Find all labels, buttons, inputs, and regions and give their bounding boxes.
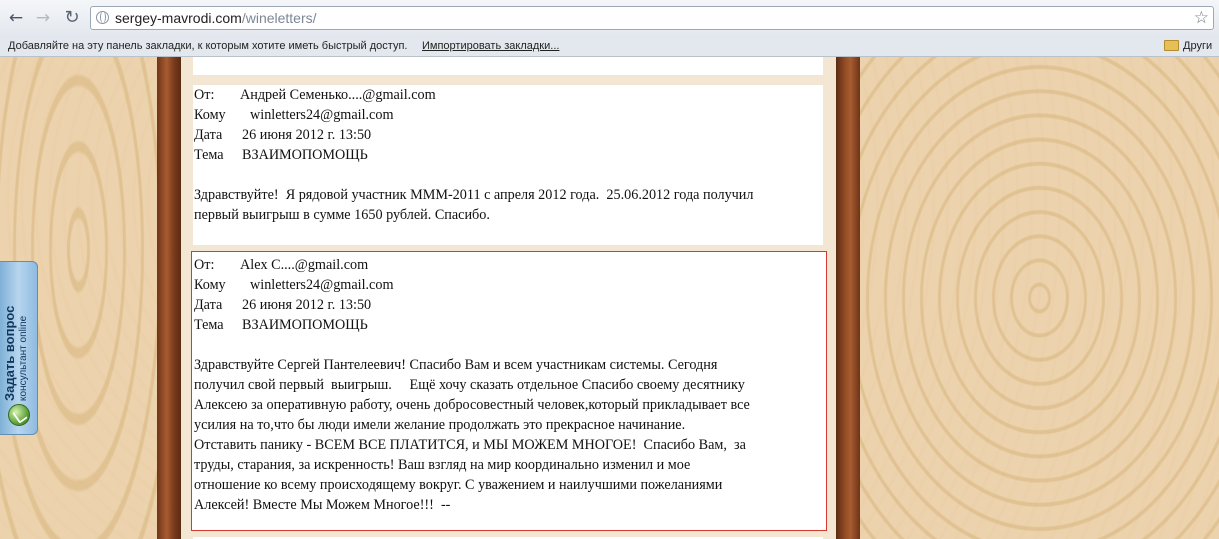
to-value: winletters24@gmail.com — [250, 277, 394, 293]
letter-from-row: От: Андрей Семенько....@gmail.com — [194, 85, 834, 105]
from-label: От: — [194, 87, 215, 103]
to-value: winletters24@gmail.com — [250, 107, 394, 123]
date-value: 26 июня 2012 г. 13:50 — [242, 127, 372, 143]
letter-body: Здравствуйте! Я рядовой участник МММ-201… — [194, 185, 834, 225]
letter-2: От: Alex C....@gmail.com Кому winletters24… — [194, 255, 834, 515]
letter-1: От: Андрей Семенько....@gmail.com Кому win… — [194, 85, 834, 225]
subject-value: ВЗАИМОПОМОЩЬ — [242, 317, 368, 333]
to-label: Кому — [194, 277, 226, 293]
letter-card-previous — [193, 57, 823, 75]
letter-body-line: Отставить панику - ВСЕМ ВСЕ ПЛАТИТСЯ, и … — [194, 437, 746, 453]
letter-body-line: Алексей! Вместе Мы Можем Многое!!! -- — [194, 497, 451, 513]
from-value: Андрей Семенько....@gmail.com — [240, 87, 436, 103]
consultant-icon — [8, 404, 30, 426]
frame-left — [157, 57, 181, 539]
star-icon[interactable]: ☆ — [1194, 7, 1209, 29]
letter-to-row: Кому winletters24@gmail.com — [194, 275, 834, 295]
letter-body-line: получил свой первый выигрыш. Ещё хочу ск… — [194, 377, 745, 393]
bookmarks-prompt: Добавляйте на эту панель закладки, к кот… — [8, 40, 408, 52]
widget-subtitle: консультант online — [18, 315, 29, 401]
back-arrow-icon[interactable]: ← — [5, 7, 27, 29]
letter-body-line: Алексею за оперативную работу, очень доб… — [194, 397, 750, 413]
subject-value: ВЗАИМОПОМОЩЬ — [242, 147, 368, 163]
import-bookmarks-link[interactable]: Импортировать закладки... — [422, 40, 559, 52]
letter-body: Здравствуйте Сергей Пантелеевич! Спасибо… — [194, 355, 834, 515]
subject-label: Тема — [194, 317, 224, 333]
date-value: 26 июня 2012 г. 13:50 — [242, 297, 372, 313]
letter-date-row: Дата 26 июня 2012 г. 13:50 — [194, 125, 834, 145]
date-label: Дата — [194, 127, 223, 143]
from-value: Alex C....@gmail.com — [240, 257, 369, 273]
widget-label: Задать вопрос консультант online — [2, 261, 36, 401]
url-text[interactable]: sergey-mavrodi.com/wineletters/ — [115, 10, 317, 26]
browser-toolbar: ← → ↻ sergey-mavrodi.com/wineletters/ ☆ — [0, 0, 1219, 36]
forward-arrow-icon[interactable]: → — [32, 7, 54, 29]
from-label: От: — [194, 257, 215, 273]
letter-body-line: усилия на то,что бы люди имели желание п… — [194, 417, 686, 433]
letter-subject-row: Тема ВЗАИМОПОМОЩЬ — [194, 145, 834, 165]
letter-body-line: первый выигрыш в сумме 1650 рублей. Спас… — [194, 207, 490, 223]
background-pattern-right — [860, 57, 1219, 539]
letter-from-row: От: Alex C....@gmail.com — [194, 255, 834, 275]
letter-body-line: труды, старания, за искренность! Ваш взг… — [194, 457, 691, 473]
url-path: /wineletters/ — [241, 10, 317, 26]
bookmarks-bar: Добавляйте на эту панель закладки, к кот… — [0, 36, 1219, 57]
reload-icon[interactable]: ↻ — [61, 7, 83, 29]
letter-to-row: Кому winletters24@gmail.com — [194, 105, 834, 125]
frame-right — [836, 57, 860, 539]
to-label: Кому — [194, 107, 226, 123]
subject-label: Тема — [194, 147, 224, 163]
folder-icon — [1164, 40, 1179, 51]
date-label: Дата — [194, 297, 223, 313]
page-viewport: От: Андрей Семенько....@gmail.com Кому win… — [0, 57, 1219, 539]
letter-body-line: Здравствуйте! Я рядовой участник МММ-201… — [194, 187, 754, 203]
ask-question-widget[interactable]: Задать вопрос консультант online — [0, 261, 38, 435]
letter-body-line: отношение ко всему происходящему вокруг.… — [194, 477, 723, 493]
letter-subject-row: Тема ВЗАИМОПОМОЩЬ — [194, 315, 834, 335]
letter-date-row: Дата 26 июня 2012 г. 13:50 — [194, 295, 834, 315]
other-bookmarks-button[interactable]: Други — [1183, 40, 1212, 52]
address-bar[interactable]: sergey-mavrodi.com/wineletters/ ☆ — [90, 6, 1214, 30]
globe-icon — [96, 11, 109, 24]
url-domain: sergey-mavrodi.com — [115, 10, 242, 26]
widget-title: Задать вопрос — [2, 305, 17, 401]
letter-body-line: Здравствуйте Сергей Пантелеевич! Спасибо… — [194, 357, 718, 373]
